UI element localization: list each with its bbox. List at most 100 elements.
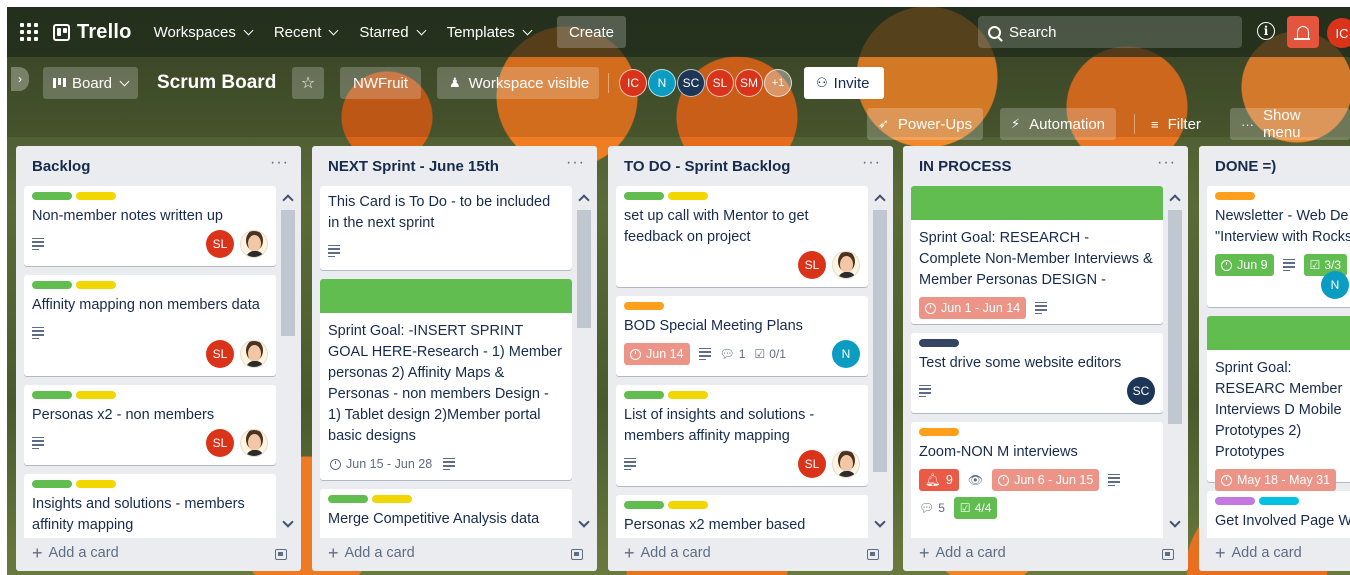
nav-workspaces[interactable]: Workspaces [154,24,254,41]
label-green[interactable] [624,192,664,200]
card[interactable]: Personas x2 - non members SL [24,385,276,465]
notifications-button[interactable] [1287,16,1319,48]
member-avatar[interactable]: SC [1127,377,1155,405]
due-date-badge[interactable]: May 18 - May 31 [1215,469,1337,491]
list-scrollbar[interactable] [1168,192,1184,530]
info-icon[interactable]: i [1257,22,1275,40]
label-navy[interactable] [919,339,959,347]
nav-templates[interactable]: Templates [447,24,533,41]
scroll-down-icon[interactable] [874,516,886,528]
star-icon[interactable]: ☆ [292,67,324,99]
scroll-up-icon[interactable] [874,194,886,206]
label-orange[interactable] [1215,192,1255,200]
list-title[interactable]: IN PROCESS [919,158,1012,175]
search-input[interactable]: Search [978,16,1242,48]
notification-badge[interactable]: 🔔︎ 9 [919,469,959,491]
automation-button[interactable]: ⚡ Automation [1000,108,1117,140]
due-date-badge[interactable]: Jun 1 - Jun 14 [919,297,1027,319]
label-yellow[interactable] [76,281,116,289]
card[interactable]: Affinity mapping non members data SL [24,275,276,376]
member-avatar[interactable]: SL [706,69,734,97]
add-card-button[interactable]: + Add a card [624,541,711,565]
label-green[interactable] [328,495,368,503]
scroll-down-icon[interactable] [282,516,294,528]
list-menu-icon[interactable]: ··· [566,154,585,172]
member-avatar[interactable]: SM [735,69,763,97]
member-photo-avatar[interactable] [832,450,860,478]
label-orange[interactable] [624,302,664,310]
card-template-icon[interactable] [1162,549,1174,560]
card[interactable]: Sprint Goal: RESEARCH - Complete Non-Mem… [911,186,1163,324]
nav-recent[interactable]: Recent [274,24,339,41]
card-template-icon[interactable] [867,549,879,560]
visibility-button[interactable]: ♟ Workspace visible [437,67,600,99]
app-switcher-icon[interactable] [19,22,39,42]
more-members-badge[interactable]: +1 [764,69,792,97]
scroll-thumb[interactable] [281,210,295,336]
card[interactable]: Merge Competitive Analysis data [320,489,572,538]
card-template-icon[interactable] [571,549,583,560]
workspace-button[interactable]: NWFruit [340,67,421,99]
member-avatar[interactable]: IC [619,69,647,97]
scroll-thumb[interactable] [873,210,887,472]
scroll-thumb[interactable] [1168,210,1182,424]
member-avatar[interactable]: N [832,340,860,368]
card[interactable]: Get Involved Page W [1207,491,1350,538]
invite-button[interactable]: ⚇ Invite [804,67,884,99]
label-green[interactable] [32,480,72,488]
member-photo-avatar[interactable] [240,230,268,258]
card[interactable]: Test drive some website editors SC [911,333,1163,413]
nav-starred[interactable]: Starred [359,24,427,41]
scroll-thumb[interactable] [577,210,591,328]
label-yellow[interactable] [668,391,708,399]
label-yellow[interactable] [76,480,116,488]
list-scrollbar[interactable] [281,192,297,530]
card[interactable]: BOD Special Meeting Plans Jun 14 💬︎ 1 ☑ 0/… [616,296,868,376]
scroll-up-icon[interactable] [282,194,294,206]
member-photo-avatar[interactable] [240,340,268,368]
label-yellow[interactable] [76,192,116,200]
add-card-button[interactable]: + Add a card [1215,541,1302,565]
label-orange[interactable] [919,428,959,436]
add-card-button[interactable]: + Add a card [919,541,1006,565]
list-menu-icon[interactable]: ··· [270,154,289,172]
scroll-up-icon[interactable] [578,194,590,206]
member-avatar[interactable]: SC [677,69,705,97]
board-title[interactable]: Scrum Board [157,67,276,99]
add-card-button[interactable]: + Add a card [32,541,119,565]
scroll-down-icon[interactable] [578,516,590,528]
add-card-button[interactable]: + Add a card [328,541,415,565]
show-menu-button[interactable]: ··· Show menu [1230,107,1350,141]
list-title[interactable]: DONE =) [1215,158,1276,175]
member-avatar[interactable]: N [648,69,676,97]
create-button[interactable]: Create [556,16,626,48]
card[interactable]: Sprint Goal: -INSERT SPRINT GOAL HERE-Re… [320,279,572,480]
card[interactable]: Newsletter - Web De "Interview with Rock… [1207,186,1350,307]
label-yellow[interactable] [668,501,708,509]
list-title[interactable]: NEXT Sprint - June 15th [328,158,499,175]
list-scrollbar[interactable] [873,192,889,530]
card[interactable]: Sprint Goal: RESEARC Member Interviews D… [1207,316,1350,491]
member-avatar[interactable]: SL [798,251,826,279]
member-avatar[interactable]: SL [798,450,826,478]
expand-sidebar-button[interactable]: › [11,67,29,91]
list-title[interactable]: TO DO - Sprint Backlog [624,158,790,175]
list-title[interactable]: Backlog [32,158,90,175]
label-sky[interactable] [1259,497,1299,505]
filter-button[interactable]: ≡ Filter [1143,108,1209,140]
member-photo-avatar[interactable] [240,429,268,457]
card[interactable]: Non-member notes written up SL [24,186,276,266]
card[interactable]: Personas x2 member based [616,495,868,538]
card[interactable]: List of insights and solutions - members… [616,385,868,486]
card[interactable]: Insights and solutions - members affinit… [24,474,276,538]
user-avatar[interactable]: IC [1327,18,1350,48]
due-date-badge[interactable]: Jun 15 - Jun 28 [328,453,434,475]
label-green[interactable] [624,391,664,399]
scroll-up-icon[interactable] [1169,194,1181,206]
card[interactable]: set up call with Mentor to get feedback … [616,186,868,287]
list-scrollbar[interactable] [577,192,593,530]
label-green[interactable] [32,391,72,399]
list-menu-icon[interactable]: ··· [862,154,881,172]
member-avatar[interactable]: SL [206,429,234,457]
label-green[interactable] [32,281,72,289]
